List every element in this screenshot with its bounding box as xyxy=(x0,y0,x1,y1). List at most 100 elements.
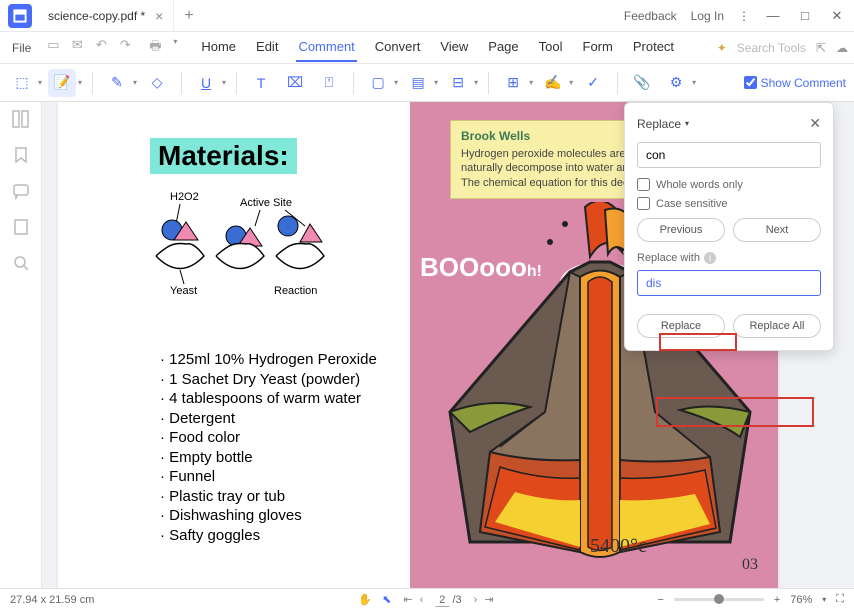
label-reaction: Reaction xyxy=(274,285,317,296)
replace-panel: Replace ▾ ✕ Whole words only Case sensit… xyxy=(624,102,834,351)
attachment-tool[interactable]: 📎 xyxy=(628,69,656,97)
email-icon[interactable]: ✉ xyxy=(69,37,85,59)
minimize-button[interactable]: — xyxy=(764,8,782,23)
maximize-button[interactable]: □ xyxy=(796,8,814,23)
undo-icon[interactable]: ↶ xyxy=(93,37,109,59)
next-page-icon[interactable]: › xyxy=(472,594,480,606)
app-logo-icon xyxy=(8,4,32,28)
close-window-button[interactable]: ✕ xyxy=(828,8,846,24)
close-tab-icon[interactable]: × xyxy=(155,8,163,24)
close-panel-icon[interactable]: ✕ xyxy=(809,115,821,132)
page-nav: ⇤ ‹ xyxy=(401,593,425,606)
info-icon[interactable]: i xyxy=(704,252,716,264)
approve-tool[interactable]: ✓ xyxy=(579,69,607,97)
menu-convert[interactable]: Convert xyxy=(373,33,423,62)
bookmarks-icon[interactable] xyxy=(12,146,30,164)
highlight-tool[interactable]: ✎ xyxy=(103,69,131,97)
zoom-out-icon[interactable]: − xyxy=(657,594,663,606)
eraser-tool[interactable]: ◇ xyxy=(143,69,171,97)
label-h2o2: H2O2 xyxy=(170,191,199,203)
more-icon[interactable]: ⋮ xyxy=(738,9,750,23)
list-item: Detergent xyxy=(160,409,377,429)
note-tool[interactable]: 📝 xyxy=(48,69,76,97)
zoom-value[interactable]: 76% xyxy=(790,594,812,606)
file-menu[interactable]: File xyxy=(6,41,37,55)
login-link[interactable]: Log In xyxy=(691,9,724,23)
shape-tool[interactable]: ▢ xyxy=(364,69,392,97)
textbox-tool[interactable]: ⌧ xyxy=(281,69,309,97)
document-tab[interactable]: science-copy.pdf * × xyxy=(38,0,174,31)
current-page[interactable]: 2 xyxy=(435,594,449,607)
signature-tool[interactable]: ✍ xyxy=(539,69,567,97)
menu-comment[interactable]: Comment xyxy=(296,33,356,62)
menu-protect[interactable]: Protect xyxy=(631,33,676,62)
first-page-icon[interactable]: ⇤ xyxy=(401,594,414,606)
last-page-icon[interactable]: ⇥ xyxy=(482,594,495,606)
share-icon[interactable]: ⇱ xyxy=(816,41,826,55)
magic-icon[interactable]: ✦ xyxy=(717,41,727,55)
list-item: Plastic tray or tub xyxy=(160,487,377,507)
previous-button[interactable]: Previous xyxy=(637,218,725,242)
comments-icon[interactable] xyxy=(12,182,30,200)
fit-page-icon[interactable]: ⛶ xyxy=(836,593,844,606)
label-active-site: Active Site xyxy=(240,197,292,209)
text-tool[interactable]: T xyxy=(247,69,275,97)
zoom-slider[interactable] xyxy=(674,598,764,601)
select-tool[interactable]: ⬚ xyxy=(8,69,36,97)
list-item: Safty goggles xyxy=(160,526,377,546)
replace-all-button[interactable]: Replace All xyxy=(733,314,821,338)
show-comment-checkbox[interactable] xyxy=(744,76,757,89)
replace-title[interactable]: Replace ▾ xyxy=(637,117,689,131)
status-bar: 27.94 x 21.59 cm ✋ ⬉ ⇤ ‹ 2 /3 › ⇥ − + 76… xyxy=(0,588,854,610)
list-item: Funnel xyxy=(160,467,377,487)
prev-page-icon[interactable]: ‹ xyxy=(418,594,426,606)
menu-view[interactable]: View xyxy=(438,33,470,62)
print-icon[interactable]: 🖶 xyxy=(147,37,163,59)
callout-tool[interactable]: ⍞ xyxy=(315,69,343,97)
measure-tool[interactable]: ⊟ xyxy=(444,69,472,97)
underline-tool[interactable]: U xyxy=(192,69,220,97)
menu-form[interactable]: Form xyxy=(581,33,615,62)
attachments-icon[interactable] xyxy=(12,218,30,236)
print-dropdown-icon[interactable]: ▾ xyxy=(167,37,183,59)
menu-page[interactable]: Page xyxy=(486,33,520,62)
stamp-tool[interactable]: ⊞ xyxy=(499,69,527,97)
hand-tool-icon[interactable]: ✋ xyxy=(358,593,372,606)
save-icon[interactable]: ▭ xyxy=(45,37,61,59)
new-tab-button[interactable]: + xyxy=(184,7,193,25)
thumbnails-icon[interactable] xyxy=(12,110,30,128)
show-comment-label: Show Comment xyxy=(761,76,846,90)
search-tools-input[interactable]: Search Tools xyxy=(737,41,806,55)
list-item: Dishwashing gloves xyxy=(160,506,377,526)
menu-edit[interactable]: Edit xyxy=(254,33,280,62)
show-comment-toggle[interactable]: Show Comment xyxy=(744,76,846,90)
tab-title: science-copy.pdf * xyxy=(48,9,145,23)
list-item: 4 tablespoons of warm water xyxy=(160,389,377,409)
materials-heading: Materials: xyxy=(150,138,297,174)
menu-tool[interactable]: Tool xyxy=(537,33,565,62)
options-tool[interactable]: ⚙ xyxy=(662,69,690,97)
pointer-tool-icon[interactable]: ⬉ xyxy=(382,593,391,606)
feedback-link[interactable]: Feedback xyxy=(624,9,677,23)
menu-bar: File ▭ ✉ ↶ ↷ 🖶 ▾ Home Edit Comment Conve… xyxy=(0,32,854,64)
page-dimensions: 27.94 x 21.59 cm xyxy=(10,594,94,606)
case-sensitive-checkbox[interactable]: Case sensitive xyxy=(637,197,821,210)
replace-input[interactable] xyxy=(637,270,821,296)
find-input[interactable] xyxy=(637,142,821,168)
left-sidebar xyxy=(0,102,42,588)
yeast-diagram: H2O2 Active Site Yeast Reac xyxy=(150,186,400,296)
list-item: 125ml 10% Hydrogen Peroxide xyxy=(160,350,377,370)
replace-button[interactable]: Replace xyxy=(637,314,725,338)
total-pages: /3 xyxy=(452,594,461,606)
menu-home[interactable]: Home xyxy=(199,33,238,62)
cloud-icon[interactable]: ☁ xyxy=(836,41,848,55)
search-icon[interactable] xyxy=(12,254,30,272)
area-tool[interactable]: ▤ xyxy=(404,69,432,97)
whole-words-checkbox[interactable]: Whole words only xyxy=(637,178,821,191)
zoom-in-icon[interactable]: + xyxy=(774,594,780,606)
redo-icon[interactable]: ↷ xyxy=(117,37,133,59)
next-button[interactable]: Next xyxy=(733,218,821,242)
materials-list: 125ml 10% Hydrogen Peroxide 1 Sachet Dry… xyxy=(160,350,377,545)
title-bar: science-copy.pdf * × + Feedback Log In ⋮… xyxy=(0,0,854,32)
list-item: Empty bottle xyxy=(160,448,377,468)
